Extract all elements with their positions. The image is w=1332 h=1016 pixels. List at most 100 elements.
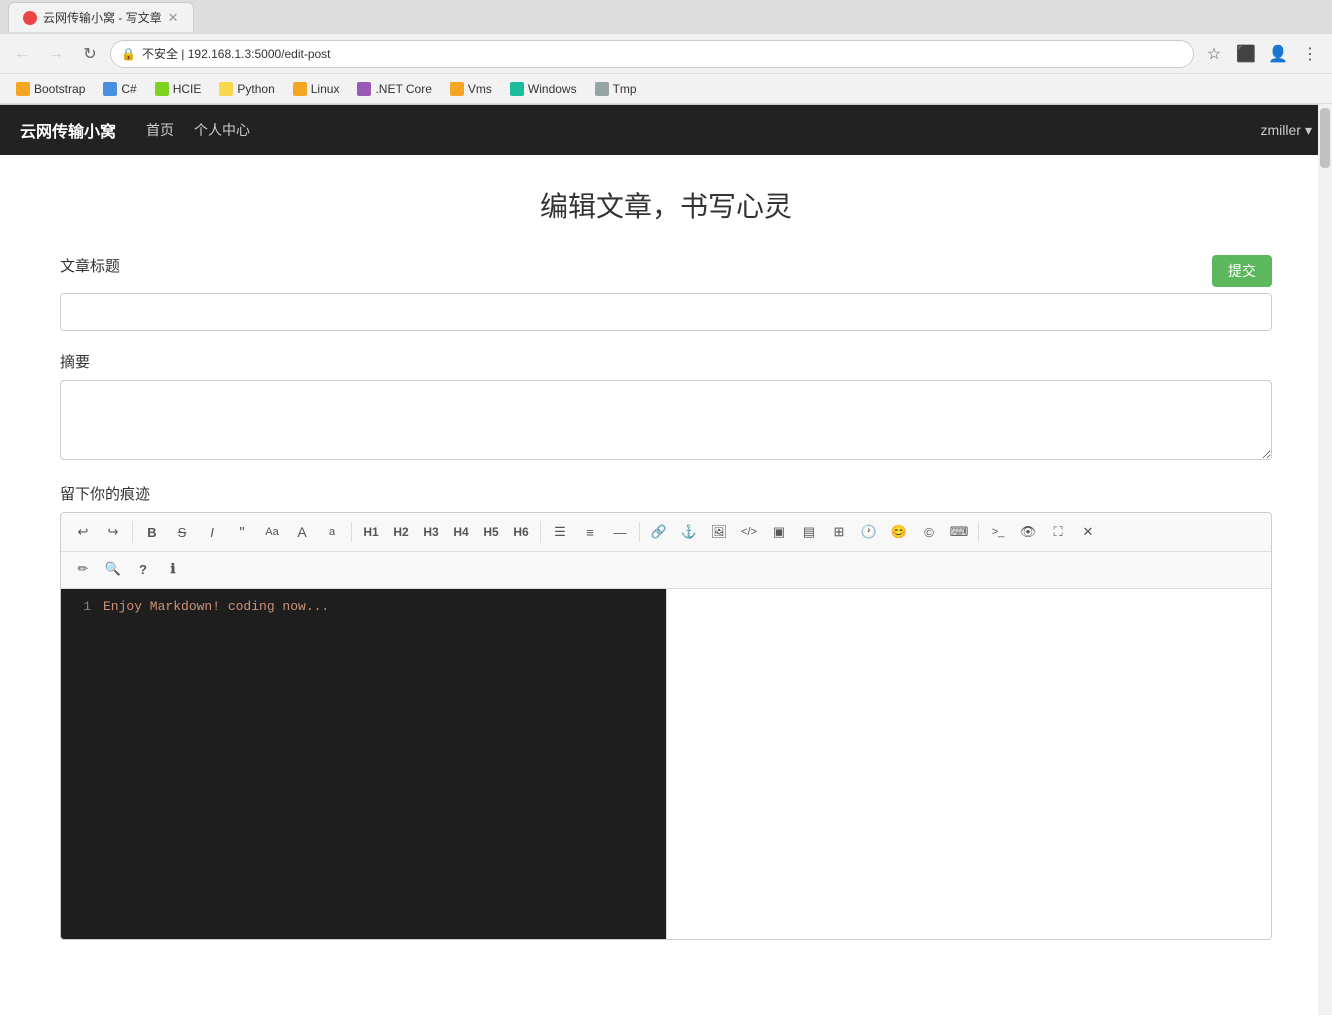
clock-btn[interactable]: 🕐 [855,519,883,545]
scrollbar-thumb[interactable] [1320,108,1330,168]
address-text: 不安全 | 192.168.1.3:5000/edit-post [142,45,331,62]
link-btn[interactable]: 🔗 [645,519,673,545]
app-brand: 云网传输小窝 [20,118,116,142]
address-bar[interactable]: 🔒 不安全 | 192.168.1.3:5000/edit-post [110,40,1194,68]
bookmark-icon [155,82,169,96]
code-inline-btn[interactable]: </> [735,519,763,545]
preview-toggle-btn[interactable]: 👁 [1014,519,1042,545]
keyboard-btn[interactable]: ⌨ [945,519,973,545]
bookmarks-bar: Bootstrap C# HCIE Python Linux .NET Core Vms Wi… [0,74,1332,104]
close-btn[interactable]: ✕ [1074,519,1102,545]
font-small-btn[interactable]: a [318,519,346,545]
image-btn[interactable]: 🖼 [705,519,733,545]
bookmark-item[interactable]: Windows [502,79,585,99]
bookmark-item[interactable]: HCIE [147,79,210,99]
fullscreen-btn[interactable]: ⛶ [1044,519,1072,545]
separator-4 [639,522,640,542]
h5-btn[interactable]: H5 [477,519,505,545]
info-btn[interactable]: ℹ [159,556,187,582]
bold-btn[interactable]: B [138,519,166,545]
bookmark-item[interactable]: Python [211,79,282,99]
line-number: 1 [71,599,91,614]
bookmark-item[interactable]: Vms [442,79,500,99]
quote-btn[interactable]: " [228,519,256,545]
bookmark-item[interactable]: .NET Core [349,79,439,99]
code-block2-btn[interactable]: ▤ [795,519,823,545]
scrollbar[interactable] [1318,104,1332,1015]
ul-btn[interactable]: ☰ [546,519,574,545]
browser-tabs: 云网传输小窝 - 写文章 ✕ [0,0,1332,34]
strikethrough-btn[interactable]: S [168,519,196,545]
submit-button[interactable]: 提交 [1212,255,1272,287]
editor-body: 1 Enjoy Markdown! coding now... [61,589,1271,939]
bookmark-label: .NET Core [375,82,431,96]
h4-btn[interactable]: H4 [447,519,475,545]
redo-btn[interactable]: ↪ [99,519,127,545]
forward-button[interactable]: → [42,40,70,68]
font-larger-btn[interactable]: Aa [258,519,286,545]
menu-button[interactable]: ⋮ [1296,40,1324,68]
bookmark-icon [510,82,524,96]
dropdown-arrow-icon: ▾ [1305,122,1312,139]
bookmark-item[interactable]: Tmp [587,79,645,99]
page-title: 编辑文章，书写心灵 [60,185,1272,225]
bookmark-icon [219,82,233,96]
pen-btn[interactable]: ✏ [69,556,97,582]
bookmark-item[interactable]: Linux [285,79,348,99]
bookmark-icon [16,82,30,96]
nav-profile[interactable]: 个人中心 [194,120,250,140]
help-btn[interactable]: ? [129,556,157,582]
back-button[interactable]: ← [8,40,36,68]
bookmark-label: Vms [468,82,492,96]
bookmark-label: Bootstrap [34,82,85,96]
username: zmiller [1261,122,1301,138]
extensions-button[interactable]: ⬛ [1232,40,1260,68]
profile-button[interactable]: 👤 [1264,40,1292,68]
editor-toolbar-row2: ✏ 🔍 ? ℹ [61,552,1271,589]
terminal-btn[interactable]: >_ [984,519,1012,545]
title-input[interactable] [60,293,1272,331]
browser-chrome: 云网传输小窝 - 写文章 ✕ ← → ↻ 🔒 不安全 | 192.168.1.3… [0,0,1332,105]
nav-user[interactable]: zmiller ▾ [1261,122,1312,139]
browser-toolbar: ← → ↻ 🔒 不安全 | 192.168.1.3:5000/edit-post… [0,34,1332,74]
tab-favicon [23,11,37,25]
separator-2 [351,522,352,542]
hr-btn[interactable]: — [606,519,634,545]
tab-close-btn[interactable]: ✕ [168,10,179,26]
bookmark-item[interactable]: C# [95,79,144,99]
editor-toolbar: ↩ ↪ B S I " Aa A a H1 H2 H3 H4 H5 H6 ☰ ≡ [61,513,1271,552]
nav-links: 首页 个人中心 [146,120,250,140]
italic-btn[interactable]: I [198,519,226,545]
reload-button[interactable]: ↻ [76,40,104,68]
separator-5 [978,522,979,542]
ol-btn[interactable]: ≡ [576,519,604,545]
bookmark-label: Tmp [613,82,637,96]
font-large-btn[interactable]: A [288,519,316,545]
emoji-btn[interactable]: 😊 [885,519,913,545]
secure-icon: 🔒 [121,47,136,61]
bookmark-label: HCIE [173,82,202,96]
editor-code-area[interactable]: 1 Enjoy Markdown! coding now... [61,589,666,939]
copyright-btn[interactable]: © [915,519,943,545]
bookmark-label: Python [237,82,274,96]
code-block1-btn[interactable]: ▣ [765,519,793,545]
bookmark-icon [103,82,117,96]
active-tab[interactable]: 云网传输小窝 - 写文章 ✕ [8,2,194,32]
h2-btn[interactable]: H2 [387,519,415,545]
nav-home[interactable]: 首页 [146,120,174,140]
bookmark-item[interactable]: Bootstrap [8,79,93,99]
table-btn[interactable]: ⊞ [825,519,853,545]
h1-btn[interactable]: H1 [357,519,385,545]
separator-3 [540,522,541,542]
star-button[interactable]: ☆ [1200,40,1228,68]
h6-btn[interactable]: H6 [507,519,535,545]
undo-btn[interactable]: ↩ [69,519,97,545]
title-label: 文章标题 [60,255,120,276]
h3-btn[interactable]: H3 [417,519,445,545]
search-btn[interactable]: 🔍 [99,556,127,582]
tab-title: 云网传输小窝 - 写文章 [43,9,162,26]
summary-textarea[interactable] [60,380,1272,460]
anchor-btn[interactable]: ⚓ [675,519,703,545]
bookmark-icon [357,82,371,96]
separator-1 [132,522,133,542]
